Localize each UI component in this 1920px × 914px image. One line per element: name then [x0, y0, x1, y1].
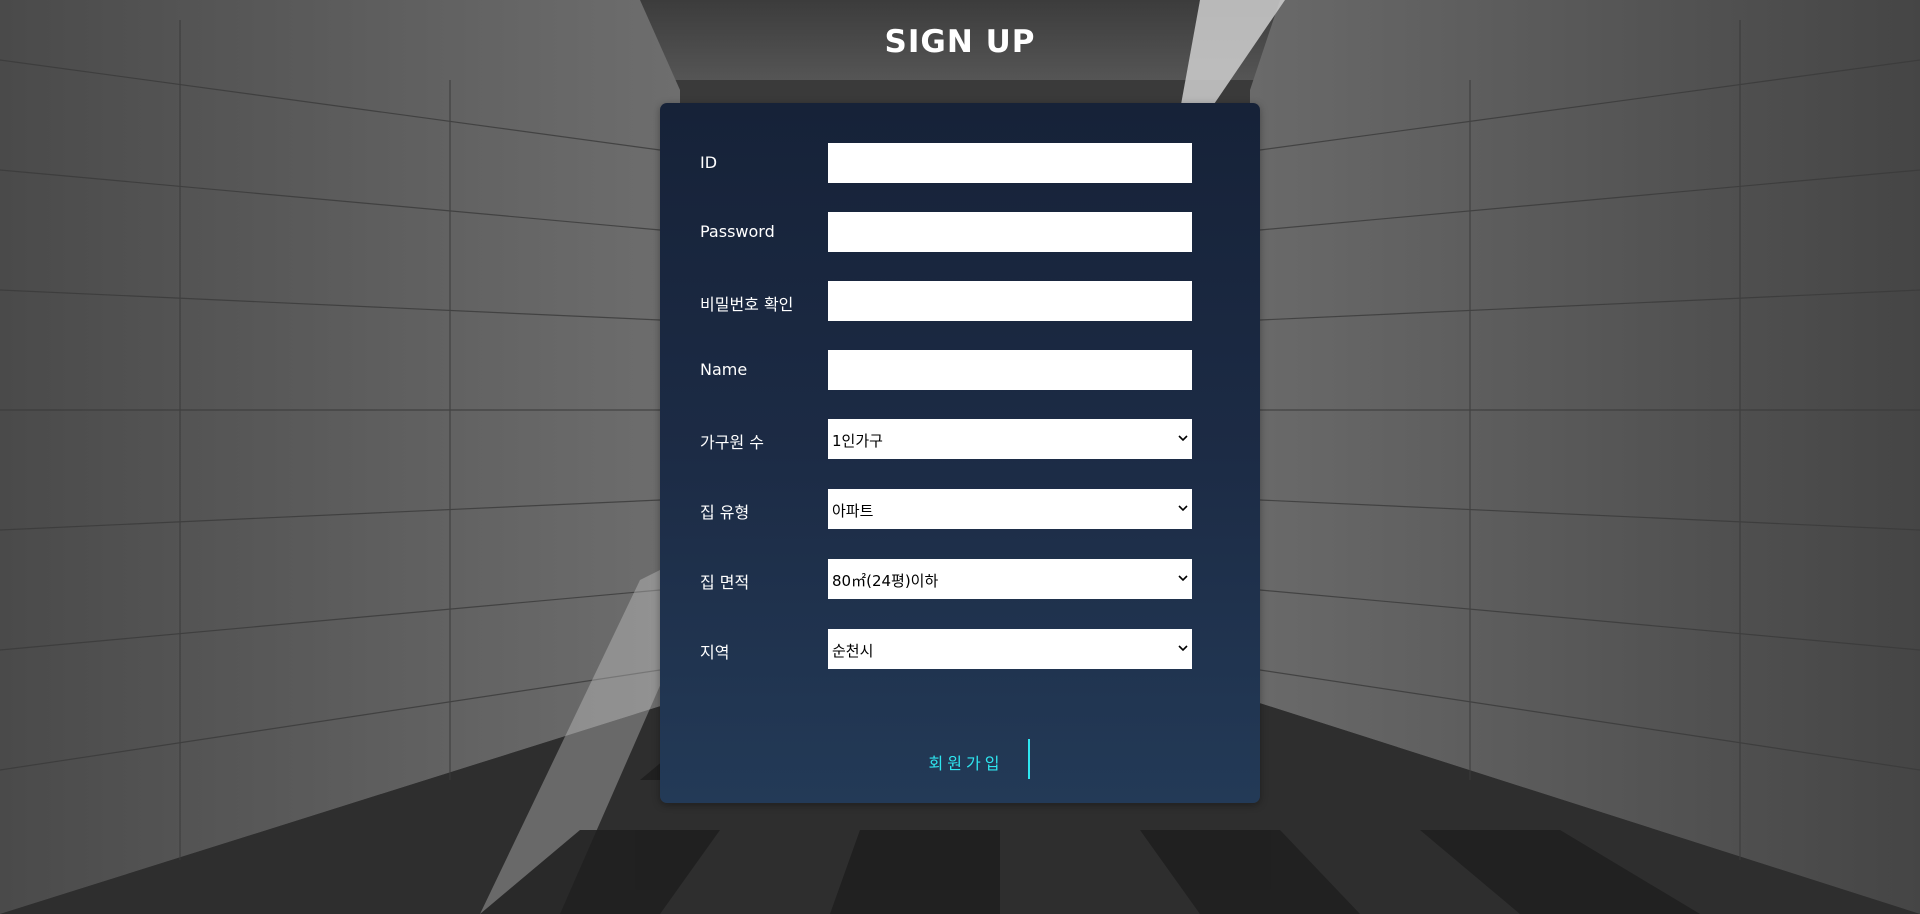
signup-submit-button[interactable]: 회원가입 [916, 739, 1030, 779]
household-select[interactable]: 1인가구 [828, 419, 1192, 459]
id-input[interactable] [828, 143, 1192, 183]
house-area-row: 집 면적 80㎡(24평)이하 [700, 559, 1212, 599]
submit-accent-line [1028, 739, 1030, 779]
chevron-down-icon [1178, 505, 1188, 512]
name-input[interactable] [828, 350, 1192, 390]
house-area-select-value: 80㎡(24평)이하 [832, 572, 939, 590]
chevron-down-icon [1178, 645, 1188, 652]
household-row: 가구원 수 1인가구 [700, 419, 1212, 459]
password-row: Password [700, 212, 1212, 252]
signup-page: SIGN UP ID Password 비밀번호 확인 Name 가구원 수 1… [0, 0, 1920, 914]
house-type-select-value: 아파트 [832, 502, 874, 520]
household-label: 가구원 수 [700, 433, 764, 452]
household-select-value: 1인가구 [832, 432, 883, 450]
region-select[interactable]: 순천시 [828, 629, 1192, 669]
signup-submit-label: 회원가입 [928, 756, 1004, 773]
house-area-select[interactable]: 80㎡(24평)이하 [828, 559, 1192, 599]
chevron-down-icon [1178, 435, 1188, 442]
region-label: 지역 [700, 643, 730, 662]
password-input[interactable] [828, 212, 1192, 252]
password-confirm-row: 비밀번호 확인 [700, 281, 1212, 321]
house-area-label: 집 면적 [700, 573, 750, 592]
region-row: 지역 순천시 [700, 629, 1212, 669]
region-select-value: 순천시 [832, 642, 874, 660]
page-title: SIGN UP [884, 24, 1036, 60]
house-type-select[interactable]: 아파트 [828, 489, 1192, 529]
password-label: Password [700, 222, 775, 241]
name-row: Name [700, 350, 1212, 390]
signup-form-panel: ID Password 비밀번호 확인 Name 가구원 수 1인가구 집 유형 [660, 103, 1260, 803]
house-type-label: 집 유형 [700, 503, 750, 522]
id-label: ID [700, 153, 718, 172]
name-label: Name [700, 360, 748, 379]
password-confirm-input[interactable] [828, 281, 1192, 321]
chevron-down-icon [1178, 575, 1188, 582]
password-confirm-label: 비밀번호 확인 [700, 295, 794, 314]
house-type-row: 집 유형 아파트 [700, 489, 1212, 529]
id-row: ID [700, 143, 1212, 183]
